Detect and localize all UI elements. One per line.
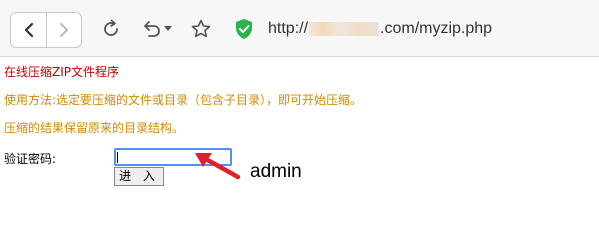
page-content: 在线压缩ZIP文件程序 使用方法:选定要压缩的文件或目录（包含子目录），即可开始… (0, 57, 599, 241)
nav-button-group (10, 12, 82, 48)
dropdown-caret-icon (164, 26, 172, 31)
chevron-right-icon (59, 22, 68, 38)
url-suffix: .com/myzip.php (380, 20, 493, 37)
url-text: http:// .com/myzip.php (268, 20, 492, 38)
address-bar[interactable]: http:// .com/myzip.php (228, 12, 598, 46)
star-icon (191, 19, 211, 38)
undo-button[interactable] (136, 14, 176, 44)
redacted-domain (309, 22, 380, 36)
reload-icon (104, 19, 118, 36)
browser-toolbar: http:// .com/myzip.php (0, 0, 599, 57)
enter-button[interactable]: 进 入 (114, 167, 164, 186)
undo-icon (144, 21, 160, 37)
red-arrow-annotation (195, 153, 241, 180)
structure-note: 压缩的结果保留原来的目录结构。 (4, 121, 185, 135)
reload-button[interactable] (96, 14, 126, 44)
secure-shield-icon (236, 19, 252, 39)
usage-instruction: 使用方法:选定要压缩的文件或目录（包含子目录），即可开始压缩。 (4, 93, 363, 107)
page-title: 在线压缩ZIP文件程序 (4, 65, 119, 79)
bookmark-button[interactable] (186, 14, 216, 44)
admin-annotation: admin (250, 161, 302, 182)
forward-button[interactable] (46, 13, 81, 47)
url-prefix: http:// (268, 20, 309, 37)
chevron-left-icon (24, 22, 33, 38)
password-label: 验证密码: (4, 152, 57, 166)
back-button[interactable] (11, 13, 47, 47)
text-caret (117, 152, 118, 163)
